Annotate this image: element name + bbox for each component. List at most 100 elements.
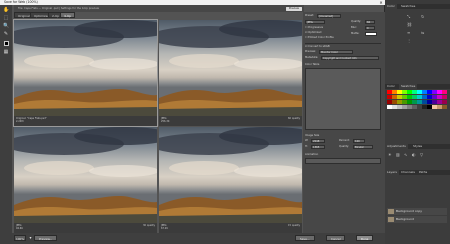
preset-label: Preset: [305, 14, 314, 17]
quality-label: Quality: [351, 20, 361, 23]
right-panels: Color Swatches ⤡ ⛓ ≡ ⋮ ↻ ⇋ Color Swatche… [385, 4, 450, 244]
percent-input[interactable]: 100 [353, 139, 365, 143]
landscape-image [159, 20, 302, 116]
zoom-menu-icon[interactable]: ▾ [28, 235, 33, 241]
zoom-level-field[interactable]: 100% [14, 235, 26, 241]
progressive-checkbox-label[interactable]: ☐ Progressive [305, 26, 323, 30]
color-swatch[interactable] [442, 100, 447, 104]
color-swatch[interactable] [442, 95, 447, 99]
tab-color[interactable]: Color [385, 4, 397, 9]
eyedropper-icon[interactable]: ✎ [3, 31, 9, 37]
preview-pane-optimized-1[interactable]: JPEG 256.3K 60 quality [159, 20, 302, 126]
width-label: W: [305, 139, 309, 142]
layer-thumbnail [388, 217, 394, 222]
preset-select[interactable]: [Unnamed] [317, 14, 341, 18]
preview-select[interactable]: Monitor Color [319, 50, 353, 54]
color-swatch[interactable] [442, 105, 447, 109]
transform-icon[interactable]: ⤡ [407, 14, 410, 19]
swatches-grid[interactable] [387, 90, 447, 132]
landscape-image [14, 127, 157, 223]
close-icon[interactable]: ✕ [379, 0, 383, 5]
height-label: H: [305, 145, 308, 148]
dialog-bottom-bar: 100% ▾ Preview... Save... Cancel Done [12, 233, 385, 244]
width-input[interactable]: 2048 [311, 139, 325, 143]
color-table [305, 68, 381, 130]
info-bar: File: Cape Flats — Original .psd | Setti… [14, 5, 304, 12]
dialog-title: Save for Web (100%) [4, 0, 38, 4]
metadata-select[interactable]: Copyright and Contact Info [321, 56, 379, 60]
preview-pane-optimized-2[interactable]: JPEG 94.6K 30 quality [14, 127, 157, 233]
layer-row[interactable]: Background [387, 216, 447, 223]
rotate-icon[interactable]: ↻ [421, 14, 424, 19]
matte-label: Matte: [351, 32, 360, 35]
layer-row[interactable]: Background copy [387, 208, 447, 215]
done-button[interactable]: Done [356, 235, 374, 241]
tab-swatches-2[interactable]: Swatches [399, 84, 418, 89]
blur-input[interactable]: 0 [365, 26, 375, 30]
preview-pane-original[interactable]: Original: "Cape Flats.psd" 2.24M [13, 19, 158, 127]
top-panel-tabs: Color Swatches [385, 4, 450, 9]
toggle-slices-icon[interactable]: ▦ [3, 49, 9, 55]
format-select[interactable]: JPEG [305, 20, 325, 24]
zoom-tool-icon[interactable]: 🔍 [3, 23, 9, 29]
cancel-button[interactable]: Cancel [326, 235, 346, 241]
layers-list: Background copy Background [385, 174, 450, 244]
adjustments-panel-tabs: Adjustments Styles [385, 144, 450, 149]
optimize-settings-panel: Preset: [Unnamed] JPEG ☐ Progressive ☑ O… [303, 12, 385, 238]
eyedropper-color-swatch[interactable] [4, 41, 9, 46]
preview-pane-optimized-3[interactable]: JPEG 67.2K 15 quality [159, 127, 302, 233]
pane-caption: JPEG 94.6K 30 quality [14, 223, 157, 233]
exposure-icon[interactable]: ◐ [412, 152, 416, 157]
landscape-image [159, 127, 302, 223]
layer-thumbnail [388, 209, 394, 214]
animation-controls [305, 158, 381, 164]
tab-color-2[interactable]: Color [385, 84, 397, 89]
layer-name: Background [396, 217, 414, 221]
flip-icon[interactable]: ⇋ [421, 30, 424, 35]
matte-swatch[interactable] [365, 32, 377, 36]
info-text: File: Cape Flats — Original .psd | Setti… [18, 7, 99, 10]
blur-label: Blur: [351, 26, 358, 29]
divider [305, 43, 381, 44]
levels-icon[interactable]: ▥ [396, 152, 400, 157]
percent-label: Percent: [339, 139, 350, 142]
height-input[interactable]: 1365 [311, 145, 325, 149]
preview-mini-button[interactable]: Preview [285, 6, 302, 11]
tab-4up[interactable]: 4-Up [60, 12, 76, 18]
slice-select-icon[interactable]: ⬚ [3, 15, 9, 21]
tab-adjustments[interactable]: Adjustments [385, 144, 408, 149]
animation-label: Animation [305, 153, 319, 156]
pane-caption: JPEG 256.3K 60 quality [159, 116, 302, 126]
pane-caption: JPEG 67.2K 15 quality [159, 223, 302, 233]
tab-styles[interactable]: Styles [411, 144, 424, 149]
optimized-checkbox-label[interactable]: ☑ Optimized [305, 31, 321, 35]
curves-icon[interactable]: ∿ [404, 152, 407, 157]
pane-caption: Original: "Cape Flats.psd" 2.24M [14, 116, 157, 126]
resample-label: Quality: [339, 145, 349, 148]
convert-srgb-checkbox-label[interactable]: ☑ Convert to sRGB [305, 45, 330, 49]
properties-area: ⤡ ⛓ ≡ ⋮ ↻ ⇋ [407, 14, 447, 54]
adjustment-icons: ☀ ▥ ∿ ◐ ▽ [388, 152, 446, 162]
color-table-label: Color Table [305, 63, 320, 66]
layer-name: Background copy [396, 209, 423, 213]
vibrance-icon[interactable]: ▽ [420, 152, 423, 157]
landscape-image [14, 20, 157, 116]
dialog-tool-strip: ✋ ⬚ 🔍 ✎ ▦ [0, 5, 12, 244]
brightness-icon[interactable]: ☀ [388, 152, 392, 157]
view-tabs: Original Optimized 2-Up 4-Up [14, 12, 314, 18]
hand-tool-icon[interactable]: ✋ [3, 7, 9, 13]
metadata-label: Metadata: [305, 56, 319, 59]
save-for-web-dialog: Save for Web (100%) ✕ ✋ ⬚ 🔍 ✎ ▦ File: Ca… [0, 0, 385, 244]
preview-in-browser-button[interactable]: Preview... [34, 235, 58, 241]
image-size-label: Image Size [305, 134, 320, 137]
tab-swatches[interactable]: Swatches [399, 4, 417, 9]
preview-label: Preview: [305, 50, 316, 53]
quality-input[interactable]: 60 [365, 20, 375, 24]
color-swatch[interactable] [442, 90, 447, 94]
align-icon[interactable]: ≡ [407, 30, 410, 35]
link-icon[interactable]: ⛓ [407, 22, 412, 27]
embed-profile-checkbox-label[interactable]: ☐ Embed Color Profile [305, 36, 334, 40]
distribute-icon[interactable]: ⋮ [407, 38, 411, 43]
resample-select[interactable]: Bicubic [353, 145, 373, 149]
save-button[interactable]: Save... [295, 235, 315, 241]
